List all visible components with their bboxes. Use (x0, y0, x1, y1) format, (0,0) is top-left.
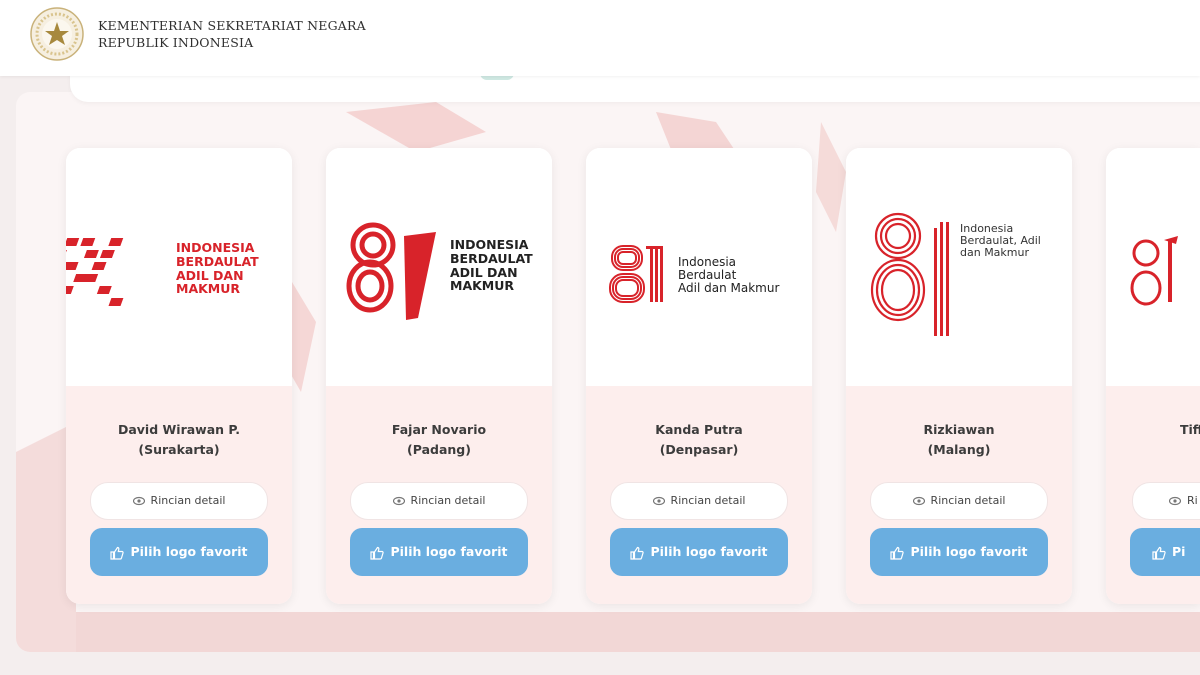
thumbs-up-icon (1152, 546, 1166, 560)
org-line-2: REPUBLIK INDONESIA (98, 35, 254, 50)
thumbs-up-icon (110, 546, 125, 560)
logo-caption: Indonesia Berdaulat, Adil dan Makmur (960, 222, 1041, 260)
logo-image: Indonesia Berdaulat, Adil dan Makmur (846, 148, 1072, 386)
favorite-logo-button[interactable]: Pilih logo favorit (350, 528, 528, 576)
org-name: KEMENTERIAN SEKRETARIAT NEGARA REPUBLIK … (98, 17, 366, 51)
state-emblem-icon (30, 7, 84, 61)
card-info: Kanda Putra (Denpasar) Rincian detail Pi… (586, 386, 812, 604)
site-header: KEMENTERIAN SEKRETARIAT NEGARA REPUBLIK … (0, 0, 1200, 76)
logo-card: Indonesia Berdaulat, Adil dan Makmur Riz… (846, 148, 1072, 604)
logo-image: INDONESIA BERDAULAT ADIL DAN MAKMUR (326, 148, 552, 386)
logo-81-ribbon-mark (870, 212, 949, 336)
designer-name: Tiffa (1180, 422, 1200, 437)
designer-city: ( (1180, 440, 1200, 460)
eye-icon (1169, 496, 1181, 506)
designer-info: Rizkiawan (Malang) (846, 420, 1072, 460)
card-info: Tiffa ( Ri Pi (1106, 386, 1200, 604)
logo-81-partial-mark (1130, 236, 1178, 306)
logo-caption: Indonesia Berdaulat Adil dan Makmur (678, 255, 780, 296)
favorite-logo-button[interactable]: Pi (1130, 528, 1200, 576)
designer-city: (Malang) (927, 442, 991, 457)
logo-card: Tiffa ( Ri Pi (1106, 148, 1200, 604)
designer-info: David Wirawan P. (Surakarta) (66, 420, 292, 460)
logo-card: INDONESIA BERDAULAT ADIL DAN MAKMUR Faja… (326, 148, 552, 604)
card-info: Rizkiawan (Malang) Rincian detail Pilih … (846, 386, 1072, 604)
card-info: Fajar Novario (Padang) Rincian detail Pi… (326, 386, 552, 604)
logo-caption: INDONESIA BERDAULAT ADIL DAN MAKMUR (450, 237, 533, 294)
favorite-logo-button[interactable]: Pilih logo favorit (90, 528, 268, 576)
logo-image: INDONESIA BERDAULAT ADIL DAN MAKMUR (66, 148, 292, 386)
designer-city: (Surakarta) (138, 442, 220, 457)
logo-caption: INDONESIA BERDAULAT ADIL DAN MAKMUR (176, 240, 259, 297)
eye-icon (132, 496, 145, 506)
designer-info: Tiffa ( (1180, 420, 1200, 460)
designer-info: Kanda Putra (Denpasar) (586, 420, 812, 460)
eye-icon (652, 496, 665, 506)
detail-button[interactable]: Rincian detail (610, 482, 788, 520)
thumbs-up-icon (630, 546, 645, 560)
detail-button[interactable]: Rincian detail (90, 482, 268, 520)
logo-image (1106, 148, 1200, 386)
eye-icon (912, 496, 925, 506)
favorite-logo-button[interactable]: Pilih logo favorit (870, 528, 1048, 576)
designer-name: Fajar Novario (391, 422, 487, 437)
logo-card: INDONESIA BERDAULAT ADIL DAN MAKMUR Davi… (66, 148, 292, 604)
favorite-logo-button[interactable]: Pilih logo favorit (610, 528, 788, 576)
detail-button[interactable]: Rincian detail (870, 482, 1048, 520)
detail-button[interactable]: Rincian detail (350, 482, 528, 520)
designer-name: Rizkiawan (923, 422, 995, 437)
detail-button[interactable]: Ri (1132, 482, 1200, 520)
designer-city: (Padang) (407, 442, 471, 457)
designer-info: Fajar Novario (Padang) (326, 420, 552, 460)
card-info: David Wirawan P. (Surakarta) Rincian det… (66, 386, 292, 604)
logo-image: Indonesia Berdaulat Adil dan Makmur (586, 148, 812, 386)
designer-name: Kanda Putra (655, 422, 743, 437)
org-line-1: KEMENTERIAN SEKRETARIAT NEGARA (98, 18, 366, 33)
designer-name: David Wirawan P. (117, 422, 241, 437)
eye-icon (392, 496, 405, 506)
designer-city: (Denpasar) (659, 442, 739, 457)
thumbs-up-icon (370, 546, 385, 560)
thumbs-up-icon (890, 546, 905, 560)
logo-card: Indonesia Berdaulat Adil dan Makmur Kand… (586, 148, 812, 604)
